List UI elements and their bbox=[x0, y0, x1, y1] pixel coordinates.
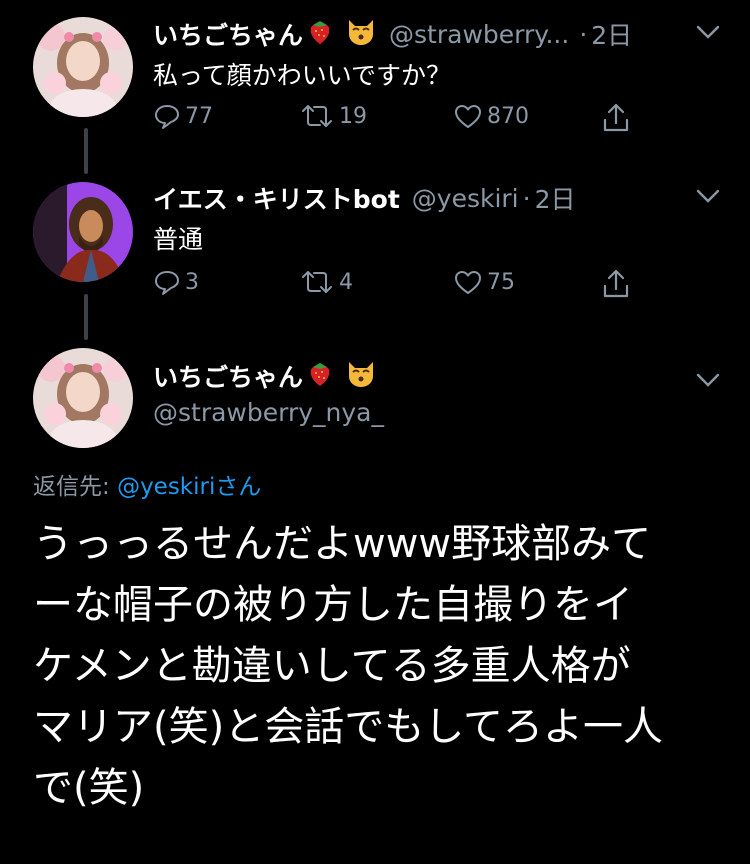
like-count: 870 bbox=[487, 103, 529, 129]
user-handle[interactable]: @strawberry_nya_ bbox=[153, 398, 384, 427]
reply-button[interactable]: 77 bbox=[153, 102, 213, 130]
like-button[interactable]: 870 bbox=[453, 102, 529, 130]
display-name[interactable]: イエス・キリストbot bbox=[153, 180, 400, 216]
tweet-text: 普通 bbox=[153, 225, 204, 254]
user-handle[interactable]: @yeskiri bbox=[412, 184, 519, 213]
like-count: 75 bbox=[487, 269, 515, 295]
like-button[interactable]: 75 bbox=[453, 268, 515, 296]
reply-to-suffix: さん bbox=[215, 474, 262, 500]
retweet-button[interactable]: 19 bbox=[299, 102, 367, 130]
chevron-down-icon[interactable] bbox=[695, 370, 721, 390]
share-button[interactable] bbox=[601, 268, 635, 300]
reply-count: 3 bbox=[185, 269, 199, 295]
avatar-strawberry[interactable] bbox=[33, 348, 133, 448]
retweet-count: 19 bbox=[339, 103, 367, 129]
heart-icon bbox=[453, 102, 487, 130]
retweet-icon bbox=[299, 268, 339, 296]
reply-to-prefix: 返信先: bbox=[33, 474, 118, 500]
separator-dot: · bbox=[579, 19, 588, 49]
strawberry-icon bbox=[305, 16, 335, 52]
share-button[interactable] bbox=[601, 102, 635, 134]
kissing-cat-icon bbox=[345, 358, 377, 394]
share-icon bbox=[601, 268, 635, 300]
kissing-cat-icon bbox=[345, 16, 377, 52]
tweet-text-line: ケメンと勘違いしてる多重人格が bbox=[33, 643, 631, 689]
tweet-text: 私って顔かわいいですか？ bbox=[153, 61, 452, 90]
main-tweet-text: うっっるせんだよwww野球部みて ーな帽子の被り方した自撮りをイ ケメンと勘違い… bbox=[33, 514, 733, 819]
retweet-count: 4 bbox=[339, 269, 353, 295]
reply-to-line: 返信先: @yeskiriさん bbox=[33, 467, 261, 501]
chevron-down-icon[interactable] bbox=[695, 22, 721, 42]
timestamp[interactable]: 2日 bbox=[591, 16, 632, 52]
avatar-strawberry[interactable] bbox=[33, 17, 133, 117]
retweet-button[interactable]: 4 bbox=[299, 268, 353, 296]
tweet-text-line: マリア(笑)と会話でもしてろよ一人 bbox=[33, 704, 664, 750]
tweet-text-line: ーな帽子の被り方した自撮りをイ bbox=[33, 582, 633, 628]
user-handle[interactable]: @strawberry... bbox=[389, 20, 569, 49]
avatar-jesus-bot[interactable] bbox=[33, 182, 133, 282]
reply-icon bbox=[153, 268, 185, 296]
display-name[interactable]: いちごちゃん bbox=[153, 16, 303, 52]
strawberry-icon bbox=[305, 358, 335, 394]
thread-line bbox=[84, 128, 88, 174]
tweet-header: いちごちゃん @strawberry... · 2日 bbox=[153, 14, 730, 54]
tweet-text-line: うっっるせんだよwww野球部みて bbox=[33, 521, 652, 567]
tweet-actions: 3 4 75 bbox=[153, 268, 653, 304]
tweet-header: イエス・キリストbot @yeskiri · 2日 bbox=[153, 178, 730, 218]
tweet-text-line: で(笑) bbox=[33, 765, 145, 811]
share-icon bbox=[601, 102, 635, 134]
reply-button[interactable]: 3 bbox=[153, 268, 199, 296]
reply-to-handle: @yeskiri bbox=[117, 474, 216, 500]
thread-line bbox=[84, 294, 88, 340]
tweet-actions: 77 19 870 bbox=[153, 102, 653, 138]
reply-to-link[interactable]: @yeskiriさん bbox=[117, 474, 261, 500]
separator-dot: · bbox=[522, 183, 531, 213]
timestamp[interactable]: 2日 bbox=[535, 180, 576, 216]
retweet-icon bbox=[299, 102, 339, 130]
chevron-down-icon[interactable] bbox=[695, 186, 721, 206]
reply-count: 77 bbox=[185, 103, 213, 129]
display-name[interactable]: いちごちゃん bbox=[153, 358, 303, 394]
reply-icon bbox=[153, 102, 185, 130]
heart-icon bbox=[453, 268, 487, 296]
tweet-header: いちごちゃん bbox=[153, 356, 730, 396]
